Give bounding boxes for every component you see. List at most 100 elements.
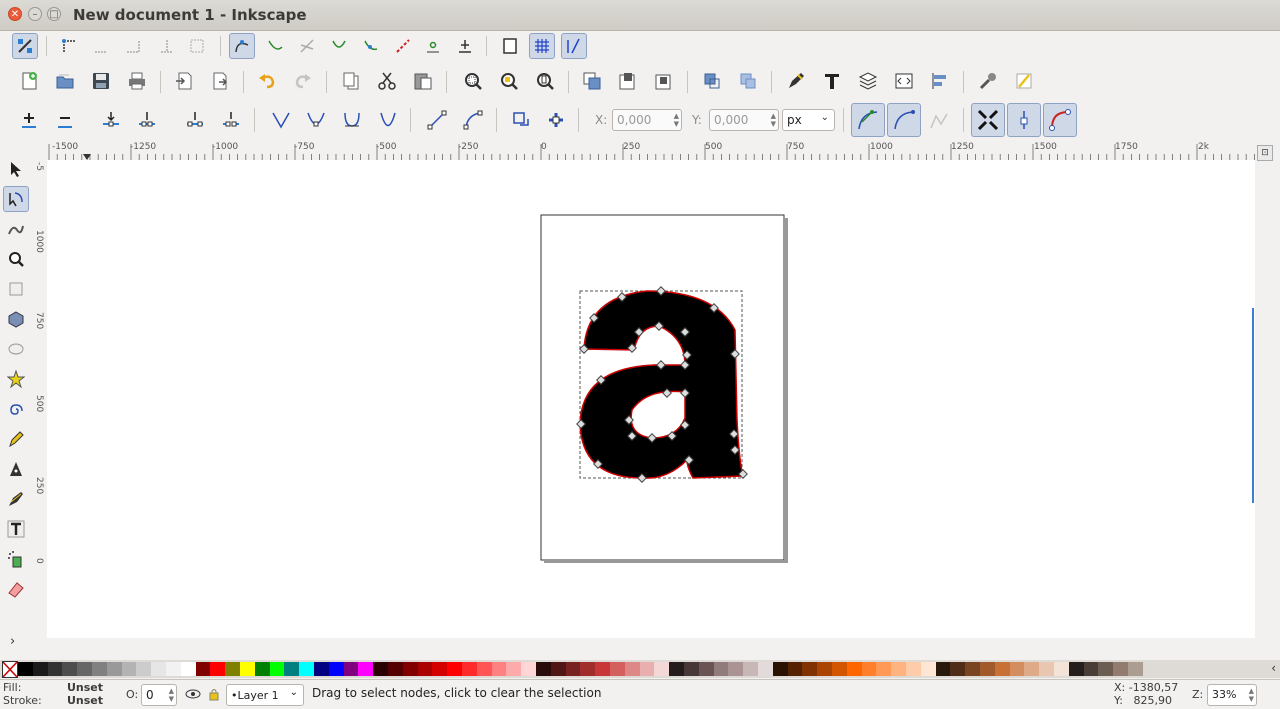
break-path-icon[interactable]	[134, 107, 160, 133]
show-outline-icon[interactable]	[887, 103, 921, 137]
join-segment-icon[interactable]	[182, 107, 208, 133]
new-document-icon[interactable]	[16, 68, 42, 94]
rectangle-tool-icon[interactable]	[3, 276, 29, 302]
color-swatch[interactable]	[299, 662, 315, 676]
undo-icon[interactable]	[254, 68, 280, 94]
color-swatch[interactable]	[876, 662, 892, 676]
color-swatch[interactable]	[254, 662, 270, 676]
color-swatch[interactable]	[1098, 662, 1114, 676]
color-swatch[interactable]	[965, 662, 981, 676]
paste-icon[interactable]	[410, 68, 436, 94]
color-swatch[interactable]	[713, 662, 729, 676]
zoom-corner-icon[interactable]: ⊡	[1257, 145, 1273, 161]
color-swatch[interactable]	[77, 662, 93, 676]
tweak-tool-icon[interactable]	[3, 216, 29, 242]
pen-tool-icon[interactable]	[3, 456, 29, 482]
color-swatch[interactable]	[669, 662, 685, 676]
zoom-spinner-icon[interactable]: ▲ ▼	[1249, 687, 1254, 703]
unlink-clone-icon[interactable]	[651, 68, 677, 94]
color-swatch[interactable]	[447, 662, 463, 676]
color-swatch[interactable]	[62, 662, 78, 676]
show-mask-icon[interactable]	[1007, 103, 1041, 137]
save-document-icon[interactable]	[88, 68, 114, 94]
export-icon[interactable]	[207, 68, 233, 94]
cut-icon[interactable]	[374, 68, 400, 94]
lock-icon[interactable]	[203, 682, 225, 706]
color-swatch[interactable]	[772, 662, 788, 676]
vertical-scrollbar[interactable]	[1252, 160, 1280, 638]
color-swatch[interactable]	[180, 662, 196, 676]
opacity-field[interactable]: 0 ▲ ▼	[141, 684, 177, 706]
stroke-value[interactable]: Unset	[67, 694, 103, 707]
maximize-window-button[interactable]: □	[47, 7, 61, 21]
color-swatch[interactable]	[610, 662, 625, 676]
color-swatch[interactable]	[654, 662, 670, 676]
color-swatch[interactable]	[950, 662, 966, 676]
color-swatch[interactable]	[787, 662, 803, 676]
node-smooth-icon[interactable]	[303, 107, 329, 133]
text-tool-icon[interactable]	[3, 516, 29, 542]
clone-icon[interactable]	[615, 68, 641, 94]
color-swatch[interactable]	[624, 662, 640, 676]
color-swatch[interactable]	[1113, 662, 1129, 676]
color-swatch[interactable]	[906, 662, 921, 676]
snap-enable-icon[interactable]	[12, 33, 38, 59]
snap-grid-icon[interactable]	[529, 33, 555, 59]
join-nodes-icon[interactable]	[98, 107, 124, 133]
eraser-tool-icon[interactable]	[3, 576, 29, 602]
color-swatch[interactable]	[343, 662, 359, 676]
color-swatch[interactable]	[994, 662, 1010, 676]
y-spinner-icon[interactable]: ▲ ▼	[771, 112, 776, 128]
pencil-tool-icon[interactable]	[3, 426, 29, 452]
duplicate-icon[interactable]	[579, 68, 605, 94]
color-swatch[interactable]	[314, 662, 329, 676]
toggle-visibility-eye-icon[interactable]	[182, 682, 204, 706]
redo-icon[interactable]	[290, 68, 316, 94]
color-swatch[interactable]	[358, 662, 374, 676]
color-swatch[interactable]	[1128, 662, 1143, 676]
show-transform-handles-icon[interactable]	[971, 103, 1005, 137]
letter-a-path[interactable]	[579, 290, 744, 479]
color-swatch[interactable]	[743, 662, 759, 676]
open-document-icon[interactable]	[52, 68, 78, 94]
fill-value[interactable]: Unset	[67, 681, 103, 694]
color-swatch[interactable]	[417, 662, 433, 676]
snap-guide-icon[interactable]	[561, 33, 587, 59]
snap-smooth-icon[interactable]	[358, 33, 384, 59]
snap-page-border-icon[interactable]	[497, 33, 523, 59]
color-swatch[interactable]	[136, 662, 152, 676]
color-swatch[interactable]	[240, 662, 255, 676]
color-swatch[interactable]	[817, 662, 833, 676]
align-distribute-icon[interactable]	[927, 68, 953, 94]
snap-bbox-edge-icon[interactable]	[88, 33, 114, 59]
delete-node-icon[interactable]	[52, 107, 78, 133]
zoom-field[interactable]: 33% ▲ ▼	[1207, 684, 1257, 706]
color-swatch[interactable]	[832, 662, 847, 676]
show-clip-icon[interactable]	[1043, 103, 1077, 137]
snap-paths-icon[interactable]	[262, 33, 288, 59]
color-swatch[interactable]	[980, 662, 995, 676]
color-swatch[interactable]	[698, 662, 714, 676]
selector-tool-icon[interactable]	[3, 156, 29, 182]
layers-icon[interactable]	[855, 68, 881, 94]
color-swatch[interactable]	[476, 662, 492, 676]
color-swatch[interactable]	[861, 662, 877, 676]
snap-rotation-center-icon[interactable]	[452, 33, 478, 59]
print-icon[interactable]	[124, 68, 150, 94]
color-swatch[interactable]	[106, 662, 122, 676]
object-to-path-icon[interactable]	[508, 107, 534, 133]
xml-editor-icon[interactable]	[891, 68, 917, 94]
no-paint-swatch-icon[interactable]	[2, 661, 18, 678]
color-swatch[interactable]	[151, 662, 167, 676]
copy-icon[interactable]	[338, 68, 364, 94]
snap-bbox-icon[interactable]	[56, 33, 82, 59]
snap-bbox-corner-icon[interactable]	[120, 33, 146, 59]
color-swatch[interactable]	[388, 662, 403, 676]
scroll-thumb[interactable]	[1252, 308, 1254, 503]
color-swatch[interactable]	[432, 662, 448, 676]
node-cusp-icon[interactable]	[268, 107, 294, 133]
color-swatch[interactable]	[891, 662, 907, 676]
color-swatch[interactable]	[47, 662, 63, 676]
color-swatch[interactable]	[595, 662, 611, 676]
zoom-selection-icon[interactable]	[460, 68, 486, 94]
